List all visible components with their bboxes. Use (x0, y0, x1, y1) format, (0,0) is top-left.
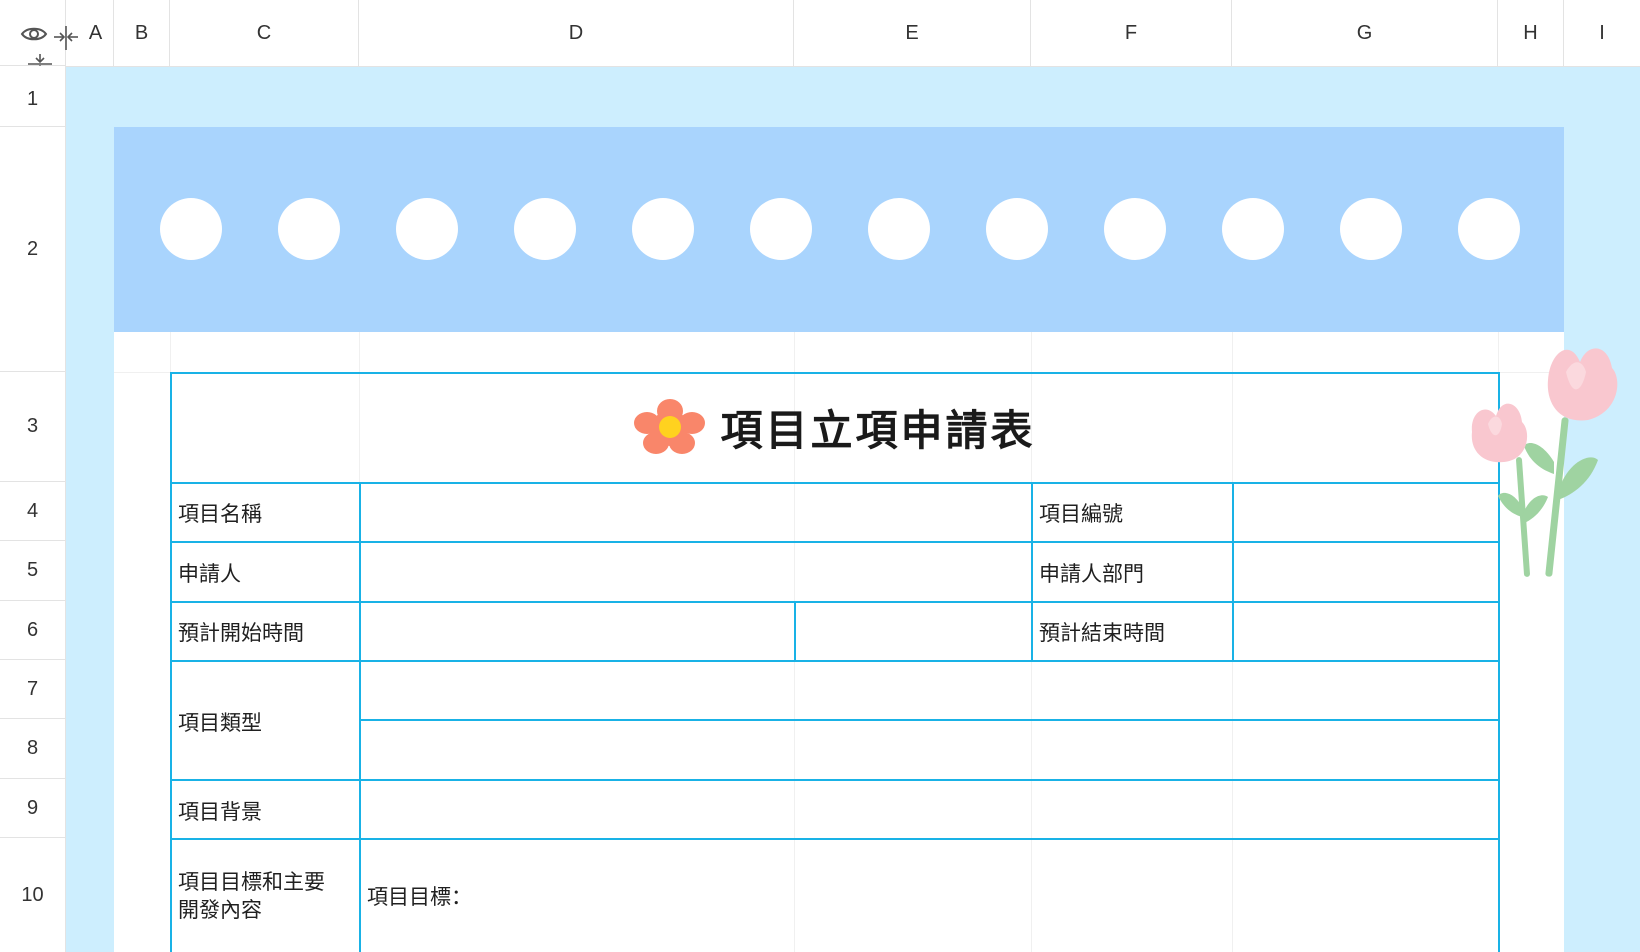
project-type-label: 項目類型 (178, 712, 262, 735)
row-header-10[interactable]: 10 (0, 838, 66, 952)
column-header-e[interactable]: E (794, 0, 1031, 66)
goals-label-line2: 開發內容 (178, 899, 262, 922)
goals-label-line1: 項目目標和主要 (178, 871, 325, 894)
row-header-8[interactable]: 8 (0, 719, 66, 779)
column-header: A B C D E F G H I (0, 0, 1640, 67)
form-title-text: 項目立項申請表 (720, 406, 1036, 454)
planned-end-cell[interactable] (1234, 603, 1498, 660)
applicant-cell[interactable] (361, 543, 1031, 601)
header-corner (0, 0, 78, 76)
banner-dot (396, 198, 458, 260)
banner-dot (514, 198, 576, 260)
project-background-cell[interactable] (361, 781, 1498, 838)
column-header-d[interactable]: D (359, 0, 794, 66)
column-header-c[interactable]: C (170, 0, 359, 66)
project-name-label: 項目名稱 (178, 503, 262, 526)
column-header-g[interactable]: G (1232, 0, 1498, 66)
row-header-4[interactable]: 4 (0, 482, 66, 541)
banner-dot (868, 198, 930, 260)
row-header-6[interactable]: 6 (0, 601, 66, 660)
banner-dot (1458, 198, 1520, 260)
banner-dot (160, 198, 222, 260)
banner-dot (1340, 198, 1402, 260)
column-header-i[interactable]: I (1564, 0, 1640, 66)
freeze-columns-icon[interactable] (52, 24, 82, 52)
project-type-cell-1[interactable] (361, 662, 1498, 719)
column-header-h[interactable]: H (1498, 0, 1564, 66)
application-form: 項目立項申請表 項目名稱 項目編號 申請人 申請人部門 預計開始時間 預計結束時… (170, 372, 1500, 952)
applicant-department-cell[interactable] (1234, 543, 1498, 601)
banner (114, 127, 1564, 332)
planned-start-cell[interactable] (361, 603, 794, 660)
project-type-cell-2[interactable] (361, 721, 1498, 779)
project-name-cell[interactable] (361, 484, 1031, 541)
row-header-3[interactable]: 3 (0, 372, 66, 482)
row-header-7[interactable]: 7 (0, 660, 66, 719)
banner-dot (986, 198, 1048, 260)
project-number-label: 項目編號 (1039, 503, 1123, 526)
column-header-b[interactable]: B (114, 0, 170, 66)
form-title: 項目立項申請表 (170, 372, 1500, 482)
goals-value: 項目目標： (367, 886, 472, 909)
banner-dot (1222, 198, 1284, 260)
flower-icon (634, 399, 706, 454)
project-number-cell[interactable] (1234, 484, 1498, 541)
banner-dot (632, 198, 694, 260)
column-header-f[interactable]: F (1031, 0, 1232, 66)
row-header-9[interactable]: 9 (0, 779, 66, 838)
banner-dot (278, 198, 340, 260)
eye-icon[interactable] (20, 24, 48, 44)
project-background-label: 項目背景 (178, 801, 262, 824)
tulip-decoration (1471, 348, 1618, 577)
planned-start-extra-cell[interactable] (796, 603, 1031, 660)
spreadsheet: 項目立項申請表 項目名稱 項目編號 申請人 申請人部門 預計開始時間 預計結束時… (0, 0, 1640, 952)
planned-start-label: 預計開始時間 (178, 622, 304, 645)
banner-dot (750, 198, 812, 260)
planned-end-label: 預計結束時間 (1039, 622, 1165, 645)
row-header-5[interactable]: 5 (0, 541, 66, 601)
row-header-1[interactable]: 1 (0, 66, 66, 127)
applicant-label: 申請人 (178, 563, 241, 586)
row-header-2[interactable]: 2 (0, 127, 66, 372)
applicant-department-label: 申請人部門 (1039, 563, 1144, 586)
banner-dot (1104, 198, 1166, 260)
